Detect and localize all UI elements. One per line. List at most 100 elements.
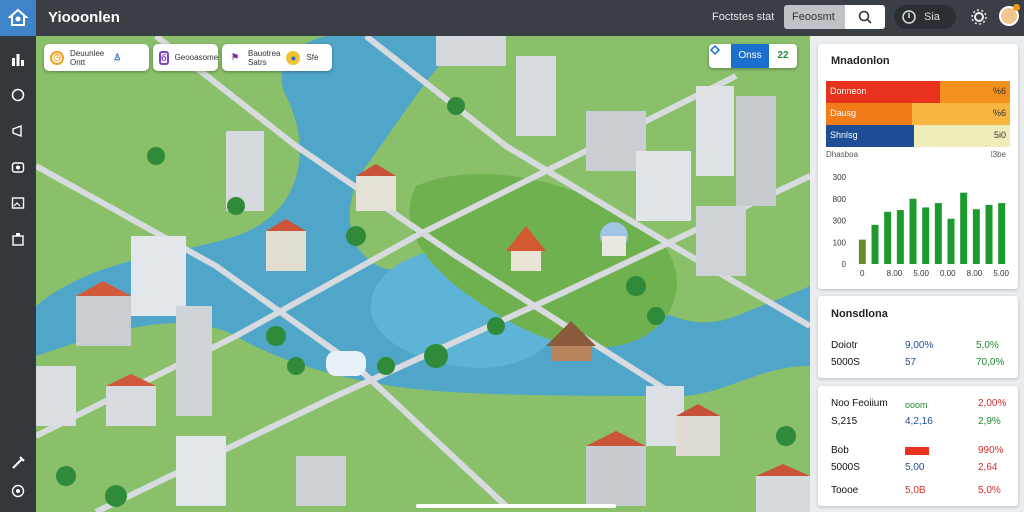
sidebar [0, 36, 36, 512]
y-tick-label: 300 [833, 173, 847, 182]
chart-bar [972, 209, 980, 264]
row-value-2: 5,0% [976, 340, 999, 351]
bar-chart-icon[interactable] [9, 50, 27, 68]
row-value-2: 2,00% [978, 398, 1007, 409]
footer-right: l3be [990, 150, 1006, 159]
search-icon [858, 10, 872, 24]
chart-bar [871, 224, 879, 264]
search-button[interactable] [845, 5, 885, 29]
chart-bar [985, 204, 993, 264]
row-value-2: 990% [978, 445, 1004, 456]
row-label: 5000S [831, 462, 860, 473]
y-tick-label: 100 [833, 238, 847, 247]
footer-left: Dhasboa [826, 150, 859, 159]
row-label: Bob [831, 445, 849, 456]
hbar-label: Dausg [830, 108, 857, 118]
row-label: Doiotr [831, 340, 858, 351]
status-pill[interactable]: Sia [894, 5, 956, 29]
panel-title: Nonsdlona [831, 308, 888, 320]
top-link[interactable]: Foctstes stat [712, 11, 774, 23]
hbar-value: %6 [992, 86, 1006, 96]
map-canvas[interactable] [36, 36, 810, 512]
chart-bar [998, 203, 1006, 264]
chip-3-line2: Satrs [248, 57, 267, 67]
x-tick-label: 5.00 [993, 269, 1009, 278]
details-panel: Noo Feoiium ooom 2,00% S,215 4,2,16 2,9%… [818, 386, 1018, 506]
y-tick-label: 0 [842, 260, 847, 269]
x-tick-label: 8.00 [967, 269, 983, 278]
x-tick-label: 0.00 [940, 269, 956, 278]
hbar-row-1: Donneon %6 [826, 81, 1010, 103]
row-label: Noo Feoiium [831, 398, 888, 409]
map-mode-button[interactable]: Onss [731, 44, 769, 68]
summary-panel: Nonsdlona Doiotr 9,00% 5,0% 5000S 57 70,… [818, 296, 1018, 378]
row-value-1: 57 [905, 357, 917, 368]
app-title: Yiooonlen [48, 9, 120, 26]
map-controls[interactable]: Onss 22 [709, 44, 797, 68]
chart-bar [909, 198, 917, 264]
logo-icon[interactable] [0, 0, 36, 36]
circle-icon[interactable] [9, 86, 27, 104]
row-value-2: 2,9% [978, 416, 1001, 427]
search-box[interactable]: Feoosmt [784, 5, 885, 29]
notification-dot [1013, 4, 1020, 11]
status-text: Sia [924, 11, 940, 23]
chart-bar [947, 218, 955, 264]
row-label: Toooe [831, 485, 859, 496]
coin-icon: б [159, 50, 169, 65]
camera-icon[interactable] [9, 158, 27, 176]
map-zoom-value[interactable]: 22 [769, 44, 797, 68]
chart-bar [884, 211, 892, 264]
chip-2-line1: Geooasome [174, 53, 219, 62]
row-value-2: 2,64 [978, 462, 998, 473]
y-tick-label: 300 [833, 217, 847, 226]
hbar-row-3: Shnlsg 5i0 [826, 125, 1010, 147]
settings-icon[interactable] [9, 482, 27, 500]
power-icon [902, 10, 916, 24]
bar-chart: 300 800 300 100 0 0 8.00 5.00 0.00 8.00 5.00 [833, 173, 1010, 278]
chart-bar [922, 207, 930, 264]
clock-icon: ◷ [50, 50, 64, 65]
chart-bar [960, 192, 968, 264]
chart-bar [858, 239, 866, 264]
person-icon: ♙ [113, 52, 122, 62]
alert-indicator [905, 447, 929, 455]
map-chip-3[interactable]: ⚑ Bauotrea Satrs ● Sfe [222, 44, 332, 71]
row-value-1: ooom [905, 400, 928, 410]
rotate-icon[interactable] [709, 44, 731, 68]
x-tick-label: 8.00 [887, 269, 903, 278]
hbar-value: %6 [992, 108, 1006, 118]
image-icon[interactable] [9, 194, 27, 212]
map-chip-1[interactable]: ◷ Deuunlee Ontt ♙ [44, 44, 149, 71]
chart-bar [934, 203, 942, 264]
panel-footer: Dhasboa l3be [826, 150, 1010, 159]
city-map[interactable]: ◷ Deuunlee Ontt ♙ б Geooasome ⚑ Bauotrea S… [36, 36, 810, 512]
building-icon[interactable] [9, 230, 27, 248]
x-tick-label: 0 [860, 269, 865, 278]
y-tick-label: 800 [833, 195, 847, 204]
row-value-1: 4,2,16 [905, 416, 933, 427]
stats-panel: Mnadonlon Donneon %6 Dausg %6 Shnlsg 5i0… [818, 44, 1018, 289]
megaphone-icon[interactable] [9, 122, 27, 140]
hbar-value: 5i0 [993, 130, 1006, 140]
row-value-1: 5,0B [905, 485, 926, 496]
hbar-row-2: Dausg %6 [826, 103, 1010, 125]
water-icon: ● [286, 50, 301, 65]
top-bar: Yiooonlen Foctstes stat Feoosmt Sia [0, 0, 1024, 36]
x-tick-label: 5.00 [913, 269, 929, 278]
search-input[interactable]: Feoosmt [784, 5, 845, 29]
panel-title: Mnadonlon [831, 55, 890, 67]
chip-1-line1: Deuunlee [70, 48, 105, 58]
row-value-1: 9,00% [905, 340, 934, 351]
hbar-label: Donneon [830, 86, 867, 96]
chart-bar [896, 210, 904, 264]
tools-icon[interactable] [9, 454, 27, 472]
hbar-label: Shnlsg [830, 130, 858, 140]
gear-icon[interactable] [970, 8, 988, 26]
map-chip-2[interactable]: б Geooasome [153, 44, 218, 71]
row-value-1: 5,00 [905, 462, 925, 473]
chip-3-line1: Bauotrea [248, 48, 281, 58]
chip-3-extra: Sfe [306, 53, 319, 62]
row-label: 5000S [831, 357, 860, 368]
row-value-2: 70,0% [976, 357, 1005, 368]
